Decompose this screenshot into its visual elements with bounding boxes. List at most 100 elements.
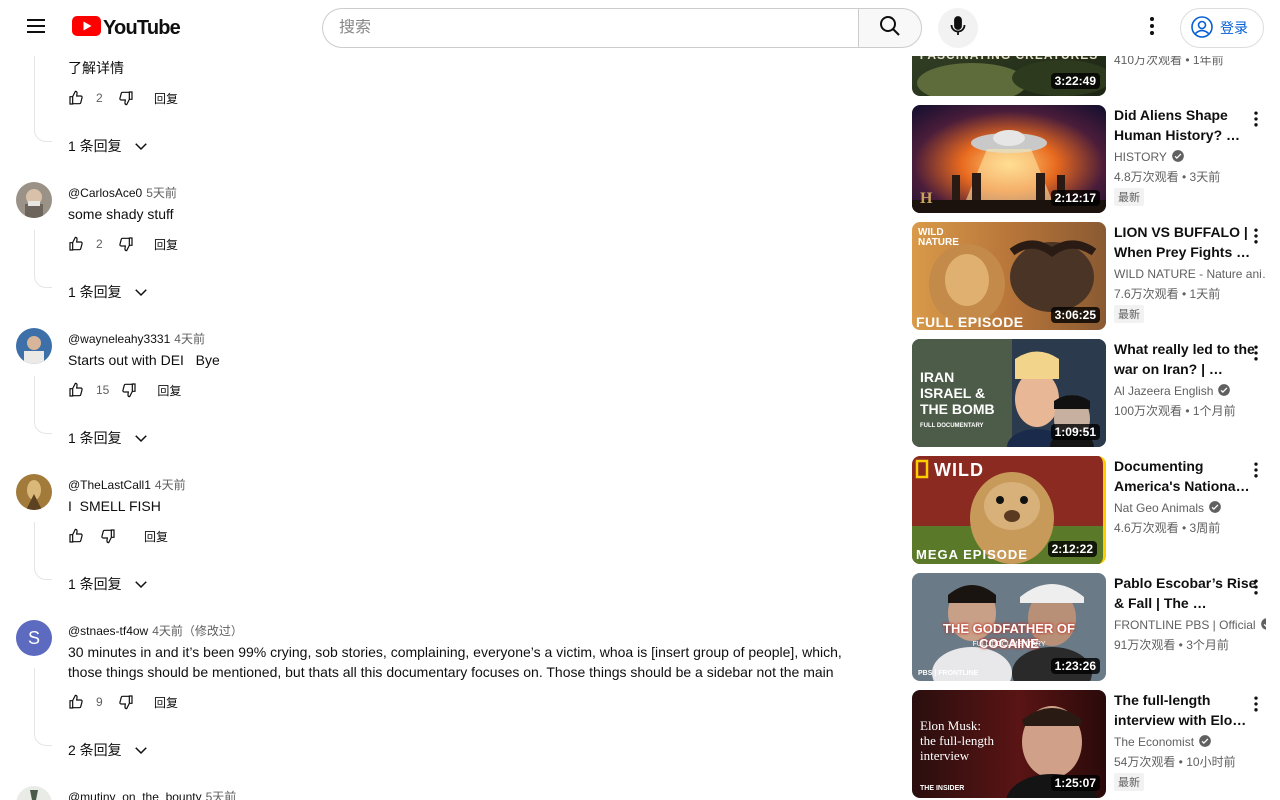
more-vert-icon[interactable] [1244,341,1268,365]
replies-toggle-label: 1 条回复 [68,430,122,446]
replies-toggle[interactable]: 1 条回复 [68,282,150,302]
like-icon[interactable] [68,382,84,398]
comment-actions: 2 回复 [68,234,178,254]
video-card[interactable]: WILD NATURE FULL EPISODE 3:06:25 LION VS… [912,222,1272,330]
thumbnail-brand: PBS | FRONTLINE [918,670,979,677]
more-vert-icon[interactable] [1244,692,1268,716]
like-icon[interactable] [68,528,84,544]
comment-text: 了解详情 [68,60,124,76]
comment-author[interactable]: @stnaes-tf4ow [68,624,148,638]
channel-row[interactable]: WILD NATURE - Nature ani… [1114,264,1266,284]
thumbnail-brand: WILD NATURE [918,227,959,248]
thumbnail-subtitle: FULL DOCUMENTARY [972,641,1046,648]
channel-name[interactable]: Nat Geo Animals [1114,501,1204,515]
channel-row[interactable]: HISTORY [1114,147,1266,167]
replies-toggle[interactable]: 1 条回复 [68,428,150,448]
replies-toggle-label: 1 条回复 [68,284,122,300]
avatar[interactable]: S [16,620,52,656]
account-circle-icon [1190,15,1214,42]
video-card[interactable]: H 2:12:17 Did Aliens Shape Human History… [912,105,1272,213]
dislike-icon[interactable] [118,90,134,106]
dislike-icon[interactable] [118,694,134,710]
replies-toggle-label: 2 条回复 [68,742,122,758]
comment-author[interactable]: @mutiny_on_the_bounty [68,790,202,800]
video-duration: 1:09:51 [1050,424,1100,440]
comment-time[interactable]: 5天前 [146,186,177,200]
youtube-play-icon [72,15,101,41]
like-icon[interactable] [68,236,84,252]
video-thumbnail[interactable]: WILD MEGA EPISODE 2:12:22 [912,456,1106,564]
avatar[interactable] [16,786,52,800]
sign-in-button[interactable]: 登录 [1180,8,1264,48]
channel-row[interactable]: Al Jazeera English [1114,381,1266,401]
channel-row[interactable]: The Economist [1114,732,1266,752]
channel-name[interactable]: The Economist [1114,735,1194,749]
more-vert-icon[interactable] [1244,575,1268,599]
menu-button[interactable] [16,8,56,48]
dislike-icon[interactable] [121,382,137,398]
thumbnail-headline: IRAN ISRAEL & THE BOMB [920,369,995,417]
verified-icon [1208,500,1222,517]
more-vert-icon[interactable] [1244,107,1268,131]
more-vert-icon[interactable] [1244,458,1268,482]
reply-button[interactable]: 回复 [154,694,178,711]
channel-name[interactable]: HISTORY [1114,150,1167,164]
comment-header: @CarlosAce0 5天前 [68,184,177,201]
new-badge: 最新 [1114,773,1144,791]
comment-time[interactable]: 5天前 [206,790,237,800]
video-thumbnail[interactable]: H 2:12:17 [912,105,1106,213]
dislike-icon[interactable] [118,236,134,252]
video-card[interactable]: Elon Musk: the full-length interview THE… [912,690,1272,798]
thumbnail-headline: Elon Musk: the full-length interview [920,718,994,763]
video-card[interactable]: WILD MEGA EPISODE 2:12:22 Documenting Am… [912,456,1272,564]
reply-button[interactable]: 回复 [157,382,181,399]
like-count: 2 [96,91,103,105]
avatar[interactable] [16,474,52,510]
comment-text: some shady stuff [68,206,174,222]
youtube-logo[interactable]: YouTube [72,15,181,41]
video-thumbnail[interactable]: WILD NATURE FULL EPISODE 3:06:25 [912,222,1106,330]
video-card[interactable]: IRAN ISRAEL & THE BOMB FULL DOCUMENTARY … [912,339,1272,447]
thumbnail-brand: THE INSIDER [920,785,965,792]
comment-time[interactable]: 4天前（修改过） [152,624,243,638]
voice-search-button[interactable] [938,8,978,48]
reply-button[interactable]: 回复 [154,236,178,253]
channel-name[interactable]: WILD NATURE - Nature ani… [1114,267,1266,281]
video-card[interactable]: THE GODFATHER OF COCAINE FULL DOCUMENTAR… [912,573,1272,681]
settings-more-button[interactable] [1132,8,1172,48]
thumbnail-line: IRAN [920,369,955,385]
video-thumbnail[interactable]: Elon Musk: the full-length interview THE… [912,690,1106,798]
search-input[interactable] [339,19,843,37]
like-icon[interactable] [68,90,84,106]
verified-icon [1260,617,1266,634]
avatar[interactable] [16,182,52,218]
dislike-icon[interactable] [100,528,116,544]
avatar[interactable] [16,328,52,364]
like-icon[interactable] [68,694,84,710]
reply-button[interactable]: 回复 [154,90,178,107]
replies-toggle[interactable]: 1 条回复 [68,574,150,594]
search-box[interactable] [322,8,859,48]
more-vert-icon[interactable] [1244,224,1268,248]
search-button[interactable] [858,8,922,48]
comment-author[interactable]: @wayneleahy3331 [68,332,170,346]
replies-toggle[interactable]: 1 条回复 [68,136,150,156]
video-meta: 7.6万次观看 • 1天前 [1114,287,1221,301]
comment-time[interactable]: 4天前 [174,332,205,346]
channel-name[interactable]: FRONTLINE PBS | Official [1114,618,1256,632]
channel-row[interactable]: FRONTLINE PBS | Official [1114,615,1266,635]
comment-time[interactable]: 4天前 [155,478,186,492]
video-thumbnail[interactable]: THE GODFATHER OF COCAINE FULL DOCUMENTAR… [912,573,1106,681]
thumbnail-line: ISRAEL & [920,385,986,401]
reply-button[interactable]: 回复 [144,528,168,545]
comment-author[interactable]: @CarlosAce0 [68,186,142,200]
video-thumbnail[interactable]: IRAN ISRAEL & THE BOMB FULL DOCUMENTARY … [912,339,1106,447]
replies-toggle[interactable]: 2 条回复 [68,740,150,760]
comment-author[interactable]: @TheLastCall1 [68,478,151,492]
comment-text: Starts out with DEI Bye [68,352,220,368]
avatar-letter: S [27,627,40,648]
channel-row[interactable]: Nat Geo Animals [1114,498,1266,518]
channel-name[interactable]: Al Jazeera English [1114,384,1213,398]
new-badge: 最新 [1114,305,1144,323]
comment-text: 30 minutes in and it’s been 99% crying, … [68,644,842,680]
